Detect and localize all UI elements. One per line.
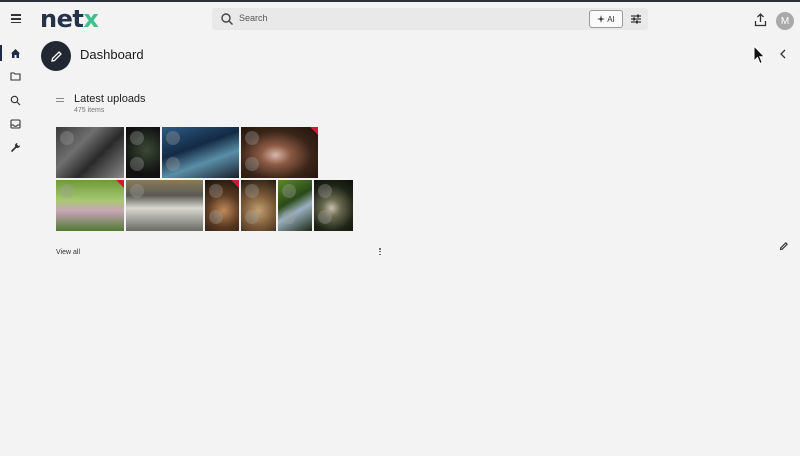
folder-icon [9, 72, 21, 81]
new-badge [116, 180, 124, 188]
preview-toggle[interactable] [282, 210, 296, 224]
asset-thumbnail[interactable] [126, 127, 160, 178]
widget-title: Latest uploads [74, 93, 146, 105]
upload-icon[interactable] [754, 13, 767, 27]
search-input[interactable]: Search [239, 13, 268, 23]
inbox-icon [9, 119, 21, 129]
filter-sliders-icon[interactable] [629, 12, 643, 26]
select-toggle[interactable] [60, 184, 74, 198]
asset-thumbnail[interactable] [126, 180, 203, 231]
select-toggle[interactable] [130, 131, 144, 145]
new-badge [310, 127, 318, 135]
select-toggle[interactable] [282, 184, 296, 198]
ai-button-label: AI [607, 14, 615, 24]
sidebar-item-search[interactable] [0, 89, 30, 111]
view-all-link[interactable]: View all [56, 249, 80, 256]
widget-item-count: 475 items [74, 107, 105, 114]
select-toggle[interactable] [60, 131, 74, 145]
preview-toggle[interactable] [318, 210, 332, 224]
search-bar[interactable]: Search AI [212, 8, 648, 30]
pencil-icon [50, 50, 62, 62]
pencil-icon[interactable] [779, 241, 789, 251]
asset-thumbnail[interactable] [314, 180, 353, 231]
preview-toggle[interactable] [130, 157, 144, 171]
page-title: Dashboard [80, 47, 144, 62]
edit-dashboard-button[interactable] [41, 41, 71, 71]
new-badge [231, 180, 239, 188]
search-icon [221, 13, 233, 25]
user-avatar[interactable]: M [776, 12, 794, 30]
sidebar-item-tools[interactable] [0, 136, 30, 158]
asset-thumbnail[interactable] [56, 127, 124, 178]
preview-toggle[interactable] [166, 157, 180, 171]
asset-thumbnail[interactable] [162, 127, 239, 178]
netx-logo[interactable]: netx [40, 5, 99, 33]
sidebar-item-home[interactable] [0, 42, 30, 64]
asset-thumbnail[interactable] [56, 180, 124, 231]
top-bar: netx Search AI M [0, 2, 800, 36]
preview-toggle[interactable] [209, 210, 223, 224]
mouse-cursor-icon [753, 45, 766, 65]
asset-thumbnail[interactable] [241, 127, 318, 178]
search-icon [10, 95, 20, 105]
select-toggle[interactable] [166, 131, 180, 145]
preview-toggle[interactable] [245, 157, 259, 171]
chevron-left-icon[interactable] [778, 48, 788, 60]
home-icon [10, 48, 20, 58]
menu-icon[interactable] [9, 12, 23, 26]
select-toggle[interactable] [209, 184, 223, 198]
sidebar-item-inbox[interactable] [0, 113, 30, 135]
select-toggle[interactable] [318, 184, 332, 198]
sparkle-icon [597, 15, 606, 23]
more-options-icon[interactable] [378, 248, 382, 258]
select-toggle[interactable] [245, 184, 259, 198]
asset-thumbnail[interactable] [241, 180, 276, 231]
preview-toggle[interactable] [245, 210, 259, 224]
sidebar-item-folders[interactable] [0, 65, 30, 87]
ai-search-button[interactable]: AI [589, 10, 623, 28]
asset-thumbnail[interactable] [205, 180, 239, 231]
asset-thumbnail[interactable] [278, 180, 312, 231]
wrench-icon [10, 142, 20, 152]
drag-handle[interactable] [56, 98, 64, 104]
select-toggle[interactable] [245, 131, 259, 145]
select-toggle[interactable] [130, 184, 144, 198]
